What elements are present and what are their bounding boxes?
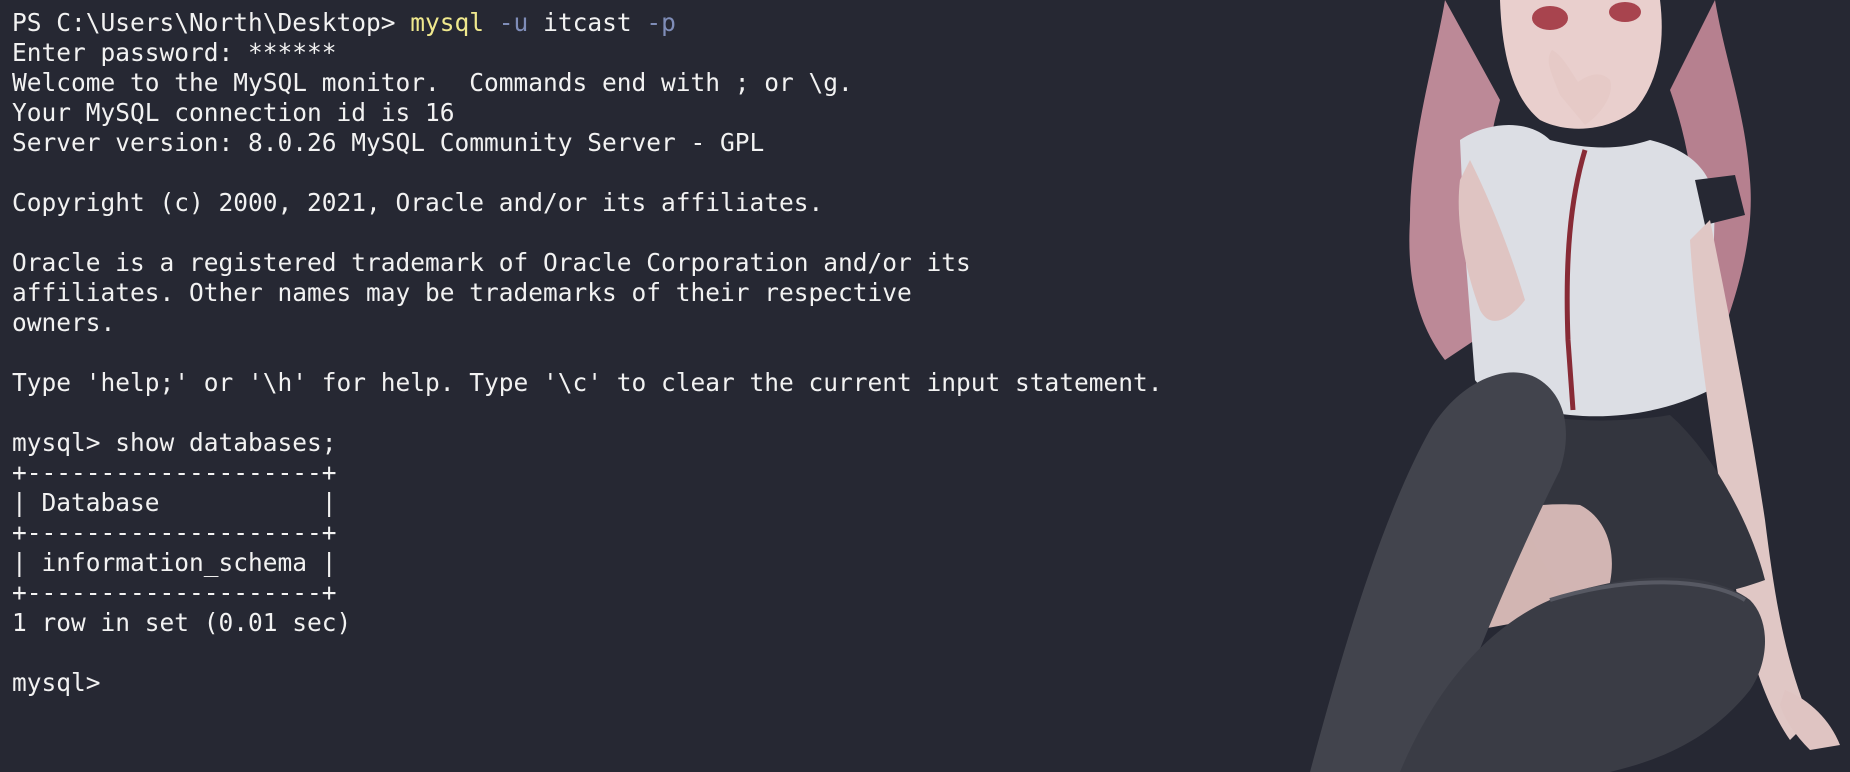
output-line: Copyright (c) 2000, 2021, Oracle and/or … [12,188,824,217]
powershell-prompt: PS C:\Users\North\Desktop> [12,8,411,37]
table-border: +--------------------+ [12,578,337,607]
output-line: owners. [12,308,116,337]
sql-command-line: mysql> show databases; [12,428,337,457]
mysql-prompt: mysql> [12,668,116,697]
user-flag: -u [498,8,529,37]
output-line: Oracle is a registered trademark of Orac… [12,248,971,277]
terminal-window[interactable]: PS C:\Users\North\Desktop> mysql -u itca… [0,0,1850,772]
anime-character-wallpaper [1310,0,1840,772]
mysql-input-line[interactable]: mysql> [12,668,1163,698]
terminal-output[interactable]: PS C:\Users\North\Desktop> mysql -u itca… [12,8,1163,698]
table-header: | Database | [12,488,337,517]
table-row: | information_schema | [12,548,337,577]
powershell-command-line: PS C:\Users\North\Desktop> mysql -u itca… [12,8,1163,38]
output-line: Enter password: ****** [12,38,337,67]
password-flag: -p [646,8,676,37]
output-line: Server version: 8.0.26 MySQL Community S… [12,128,765,157]
output-line: Your MySQL connection id is 16 [12,98,455,127]
result-summary: 1 row in set (0.01 sec) [12,608,352,637]
table-border: +--------------------+ [12,518,337,547]
command-name: mysql [410,8,485,37]
output-line: affiliates. Other names may be trademark… [12,278,912,307]
output-line: Type 'help;' or '\h' for help. Type '\c'… [12,368,1163,397]
table-border: +--------------------+ [12,458,337,487]
username-argument: itcast [543,8,632,37]
output-line: Welcome to the MySQL monitor. Commands e… [12,68,853,97]
